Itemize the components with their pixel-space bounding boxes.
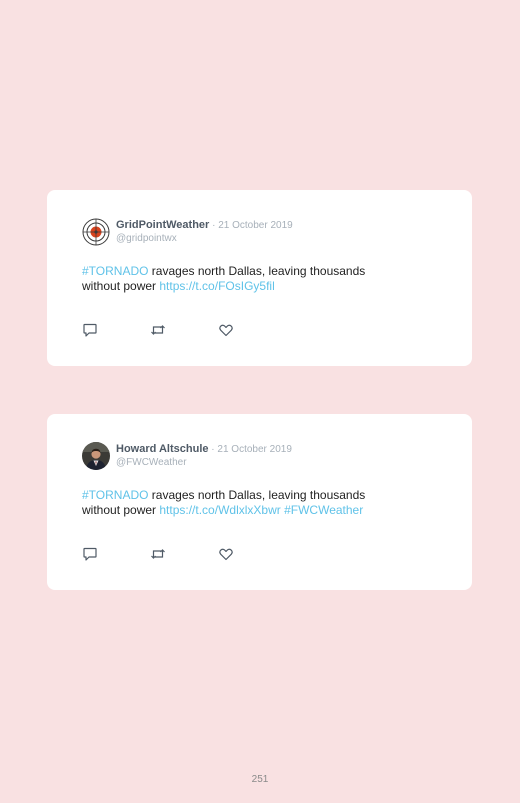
retweet-icon[interactable] — [150, 546, 166, 562]
author-line: GridPointWeather · 21 October 2019 — [116, 218, 293, 233]
hashtag-link-2[interactable]: #FWCWeather — [281, 503, 363, 517]
tweet-card: GridPointWeather · 21 October 2019 @grid… — [47, 190, 472, 366]
author-name[interactable]: GridPointWeather — [116, 219, 209, 231]
tweet-body: ravages north Dallas, leaving thousands — [148, 488, 366, 502]
author-name[interactable]: Howard Altschule — [116, 443, 209, 455]
url-link[interactable]: https://t.co/WdlxlxXbwr — [159, 503, 280, 517]
target-icon — [82, 218, 110, 246]
url-link[interactable]: https://t.co/FOsIGy5fil — [159, 279, 274, 293]
tweet-card: Howard Altschule · 21 October 2019 @FWCW… — [47, 414, 472, 590]
author-line: Howard Altschule · 21 October 2019 — [116, 442, 292, 457]
avatar[interactable] — [82, 218, 110, 246]
date-separator: · — [209, 220, 219, 231]
heart-icon[interactable] — [218, 546, 234, 562]
retweet-icon[interactable] — [150, 322, 166, 338]
tweet-text: #TORNADO ravages north Dallas, leaving t… — [82, 264, 422, 294]
tweet-date[interactable]: 21 October 2019 — [217, 444, 292, 455]
tweet-body-2: without power — [82, 503, 160, 517]
author-handle[interactable]: @FWCWeather — [116, 456, 187, 469]
author-handle[interactable]: @gridpointwx — [116, 232, 177, 245]
reply-icon[interactable] — [82, 546, 98, 562]
hashtag-link[interactable]: #TORNADO — [82, 488, 148, 502]
tweet-date[interactable]: 21 October 2019 — [218, 220, 293, 231]
profile-photo — [82, 442, 110, 470]
hashtag-link[interactable]: #TORNADO — [82, 264, 148, 278]
heart-icon[interactable] — [218, 322, 234, 338]
page-number: 251 — [251, 774, 269, 785]
tweet-body-2: without power — [82, 279, 160, 293]
tweet-text: #TORNADO ravages north Dallas, leaving t… — [82, 488, 422, 518]
tweet-body: ravages north Dallas, leaving thousands — [148, 264, 366, 278]
avatar[interactable] — [82, 442, 110, 470]
reply-icon[interactable] — [82, 322, 98, 338]
